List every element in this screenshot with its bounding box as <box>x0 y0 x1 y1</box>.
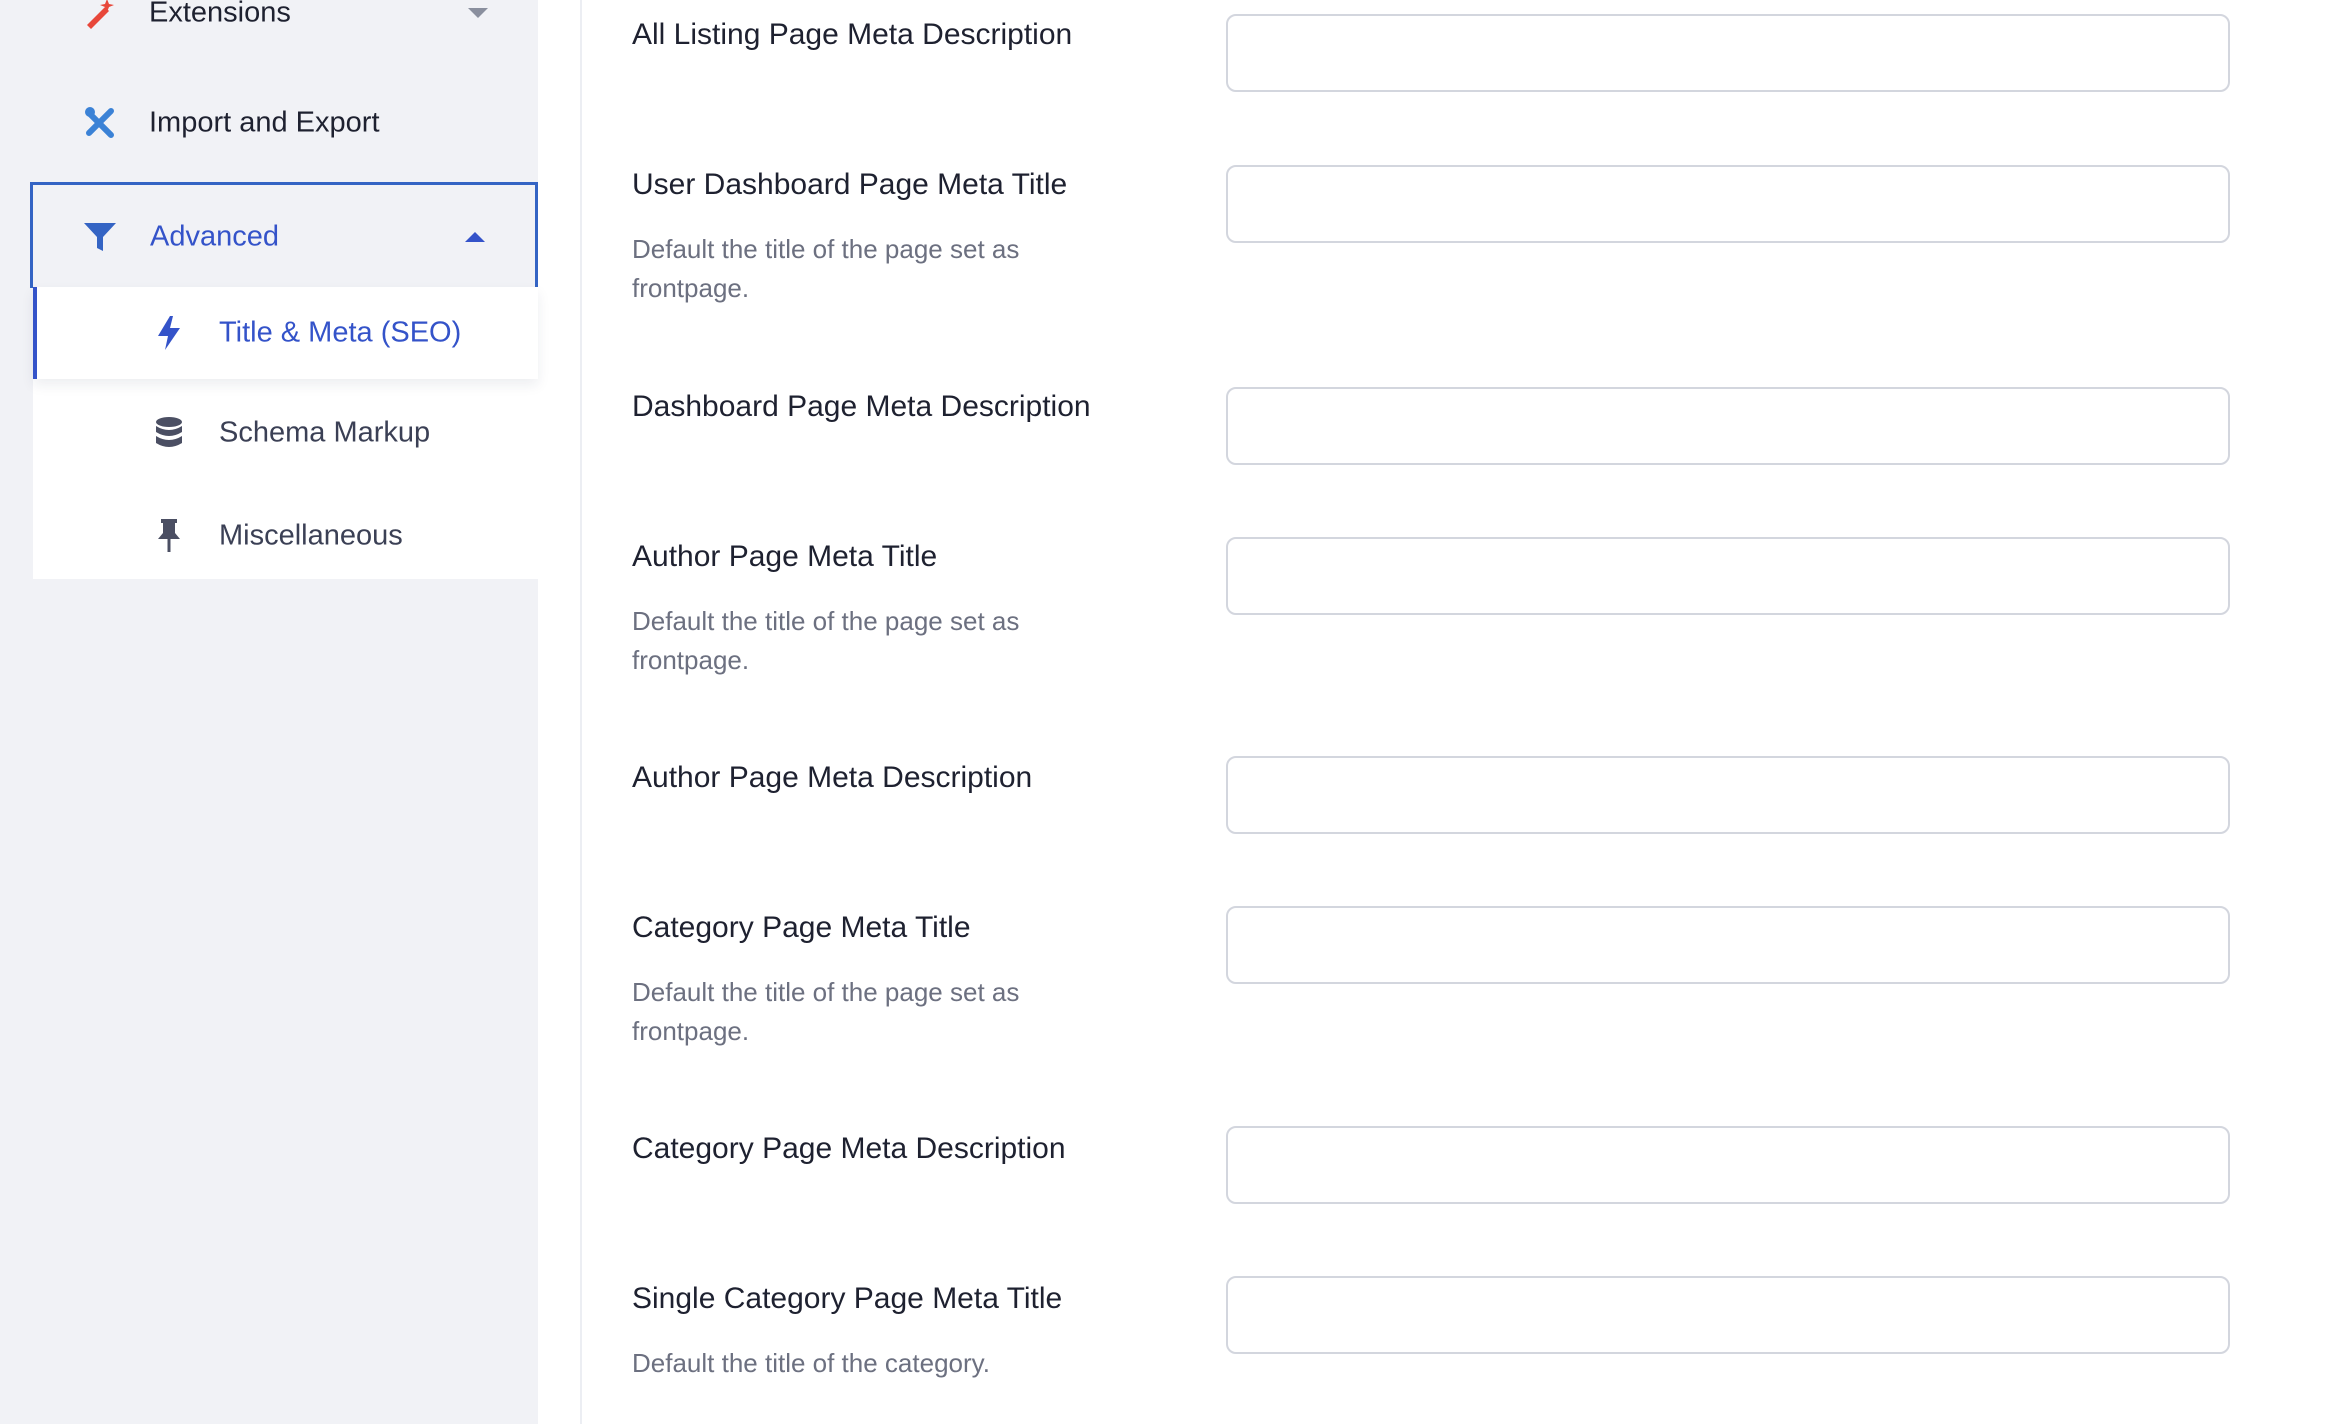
submenu-item-title-meta-seo[interactable]: Title & Meta (SEO) <box>33 287 538 379</box>
sidebar-item-advanced[interactable]: Advanced <box>30 182 538 288</box>
category-meta-title-input[interactable] <box>1226 906 2230 984</box>
field-description: Default the title of the category. <box>632 1348 990 1378</box>
chevron-down-icon[interactable] <box>468 7 488 18</box>
advanced-submenu: Title & Meta (SEO) Schema Markup Miscell… <box>33 287 538 579</box>
author-meta-title-input[interactable] <box>1226 537 2230 615</box>
author-meta-description-input[interactable] <box>1226 756 2230 834</box>
filter-icon <box>80 217 120 257</box>
database-icon <box>151 415 187 451</box>
single-category-meta-title-input[interactable] <box>1226 1276 2230 1354</box>
field-label: Category Page Meta Description <box>632 1132 1066 1165</box>
submenu-item-label: Title & Meta (SEO) <box>219 316 462 349</box>
field-label: Dashboard Page Meta Description <box>632 390 1091 423</box>
pin-icon <box>151 518 187 554</box>
category-meta-description-input[interactable] <box>1226 1126 2230 1204</box>
field-description: Default the title of the page set as fro… <box>632 977 1020 1046</box>
field-label: Category Page Meta Title <box>632 911 971 944</box>
dashboard-meta-description-input[interactable] <box>1226 387 2230 465</box>
field-label: Single Category Page Meta Title <box>632 1282 1063 1315</box>
user-dashboard-meta-title-input[interactable] <box>1226 165 2230 243</box>
sidebar-item-label: Advanced <box>150 220 279 252</box>
sidebar-item-label: Extensions <box>149 0 291 28</box>
field-label: Author Page Meta Title <box>632 540 938 573</box>
sidebar-item-label: Import and Export <box>149 106 380 138</box>
sidebar: Extensions Import and Export Advanced Ti… <box>0 0 538 1424</box>
sidebar-item-import-export[interactable]: Import and Export <box>33 70 538 175</box>
submenu-item-miscellaneous[interactable]: Miscellaneous <box>33 490 538 582</box>
sidebar-item-extensions[interactable]: Extensions <box>33 0 538 65</box>
field-description: Default the title of the page set as fro… <box>632 606 1020 675</box>
tools-icon <box>81 103 121 143</box>
bolt-icon <box>151 315 187 351</box>
magic-wand-icon <box>81 0 121 33</box>
all-listing-meta-description-input[interactable] <box>1226 14 2230 92</box>
field-label: Author Page Meta Description <box>632 761 1033 794</box>
submenu-item-schema-markup[interactable]: Schema Markup <box>33 387 538 479</box>
submenu-item-label: Miscellaneous <box>219 519 403 552</box>
field-label: All Listing Page Meta Description <box>632 18 1073 51</box>
field-description: Default the title of the page set as fro… <box>632 234 1020 303</box>
field-label: User Dashboard Page Meta Title <box>632 168 1068 201</box>
chevron-up-icon[interactable] <box>465 231 485 242</box>
content-divider <box>580 0 582 1424</box>
submenu-item-label: Schema Markup <box>219 416 431 449</box>
